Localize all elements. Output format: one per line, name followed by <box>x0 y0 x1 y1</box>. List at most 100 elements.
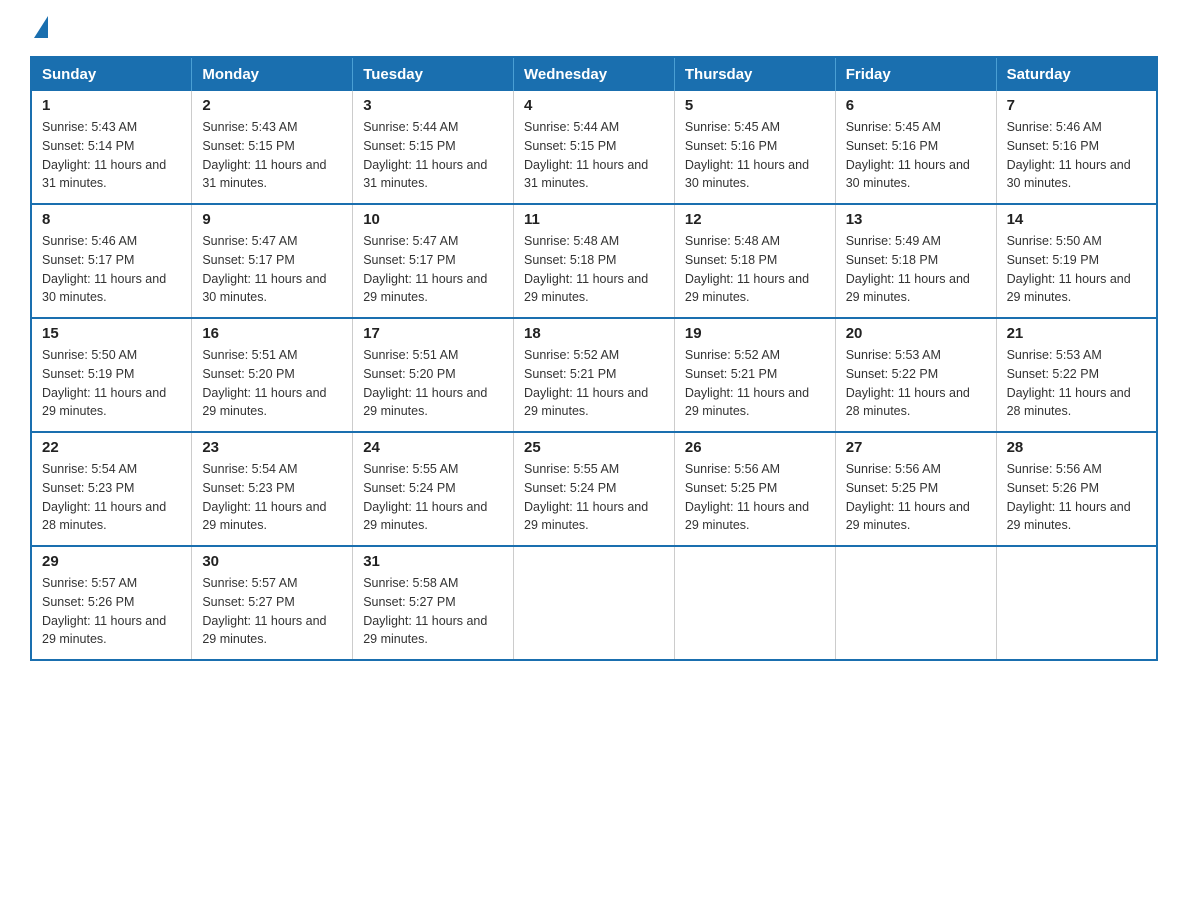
sunset-label: Sunset: 5:26 PM <box>1007 481 1099 495</box>
sunrise-label: Sunrise: 5:43 AM <box>42 120 137 134</box>
day-number: 23 <box>202 439 342 456</box>
logo <box>30 20 48 36</box>
day-number: 16 <box>202 325 342 342</box>
calendar-cell: 18 Sunrise: 5:52 AM Sunset: 5:21 PM Dayl… <box>514 318 675 432</box>
day-info: Sunrise: 5:56 AM Sunset: 5:26 PM Dayligh… <box>1007 460 1146 535</box>
calendar-week-row: 29 Sunrise: 5:57 AM Sunset: 5:26 PM Dayl… <box>31 546 1157 660</box>
daylight-label: Daylight: 11 hours and 29 minutes. <box>1007 500 1131 533</box>
daylight-label: Daylight: 11 hours and 28 minutes. <box>846 386 970 419</box>
daylight-label: Daylight: 11 hours and 29 minutes. <box>202 614 326 647</box>
sunrise-label: Sunrise: 5:57 AM <box>42 576 137 590</box>
day-number: 15 <box>42 325 181 342</box>
day-number: 13 <box>846 211 986 228</box>
daylight-label: Daylight: 11 hours and 29 minutes. <box>363 500 487 533</box>
calendar-cell: 12 Sunrise: 5:48 AM Sunset: 5:18 PM Dayl… <box>674 204 835 318</box>
calendar-cell: 22 Sunrise: 5:54 AM Sunset: 5:23 PM Dayl… <box>31 432 192 546</box>
calendar-header-row: SundayMondayTuesdayWednesdayThursdayFrid… <box>31 57 1157 91</box>
sunset-label: Sunset: 5:18 PM <box>524 253 616 267</box>
day-info: Sunrise: 5:43 AM Sunset: 5:14 PM Dayligh… <box>42 118 181 193</box>
calendar-cell: 6 Sunrise: 5:45 AM Sunset: 5:16 PM Dayli… <box>835 91 996 204</box>
day-info: Sunrise: 5:49 AM Sunset: 5:18 PM Dayligh… <box>846 232 986 307</box>
sunset-label: Sunset: 5:24 PM <box>363 481 455 495</box>
calendar-cell: 27 Sunrise: 5:56 AM Sunset: 5:25 PM Dayl… <box>835 432 996 546</box>
daylight-label: Daylight: 11 hours and 29 minutes. <box>524 272 648 305</box>
day-info: Sunrise: 5:47 AM Sunset: 5:17 PM Dayligh… <box>363 232 503 307</box>
calendar-cell: 29 Sunrise: 5:57 AM Sunset: 5:26 PM Dayl… <box>31 546 192 660</box>
sunrise-label: Sunrise: 5:50 AM <box>1007 234 1102 248</box>
day-number: 19 <box>685 325 825 342</box>
sunrise-label: Sunrise: 5:54 AM <box>202 462 297 476</box>
calendar-cell: 15 Sunrise: 5:50 AM Sunset: 5:19 PM Dayl… <box>31 318 192 432</box>
calendar-cell: 10 Sunrise: 5:47 AM Sunset: 5:17 PM Dayl… <box>353 204 514 318</box>
sunrise-label: Sunrise: 5:56 AM <box>846 462 941 476</box>
sunset-label: Sunset: 5:26 PM <box>42 595 134 609</box>
day-number: 20 <box>846 325 986 342</box>
day-number: 11 <box>524 211 664 228</box>
day-number: 10 <box>363 211 503 228</box>
calendar-cell: 13 Sunrise: 5:49 AM Sunset: 5:18 PM Dayl… <box>835 204 996 318</box>
sunset-label: Sunset: 5:24 PM <box>524 481 616 495</box>
day-number: 5 <box>685 97 825 114</box>
daylight-label: Daylight: 11 hours and 30 minutes. <box>1007 158 1131 191</box>
sunrise-label: Sunrise: 5:47 AM <box>363 234 458 248</box>
calendar-cell <box>835 546 996 660</box>
weekday-header-thursday: Thursday <box>674 57 835 91</box>
sunrise-label: Sunrise: 5:48 AM <box>685 234 780 248</box>
daylight-label: Daylight: 11 hours and 31 minutes. <box>202 158 326 191</box>
calendar-cell: 26 Sunrise: 5:56 AM Sunset: 5:25 PM Dayl… <box>674 432 835 546</box>
calendar-cell: 28 Sunrise: 5:56 AM Sunset: 5:26 PM Dayl… <box>996 432 1157 546</box>
weekday-header-friday: Friday <box>835 57 996 91</box>
day-info: Sunrise: 5:57 AM Sunset: 5:27 PM Dayligh… <box>202 574 342 649</box>
sunset-label: Sunset: 5:18 PM <box>846 253 938 267</box>
sunset-label: Sunset: 5:15 PM <box>363 139 455 153</box>
sunrise-label: Sunrise: 5:44 AM <box>363 120 458 134</box>
sunset-label: Sunset: 5:25 PM <box>846 481 938 495</box>
logo-triangle-icon <box>34 16 48 38</box>
day-number: 17 <box>363 325 503 342</box>
daylight-label: Daylight: 11 hours and 29 minutes. <box>846 272 970 305</box>
sunset-label: Sunset: 5:21 PM <box>685 367 777 381</box>
calendar-cell: 3 Sunrise: 5:44 AM Sunset: 5:15 PM Dayli… <box>353 91 514 204</box>
calendar-cell: 11 Sunrise: 5:48 AM Sunset: 5:18 PM Dayl… <box>514 204 675 318</box>
calendar-cell: 4 Sunrise: 5:44 AM Sunset: 5:15 PM Dayli… <box>514 91 675 204</box>
daylight-label: Daylight: 11 hours and 29 minutes. <box>685 500 809 533</box>
daylight-label: Daylight: 11 hours and 29 minutes. <box>363 614 487 647</box>
daylight-label: Daylight: 11 hours and 29 minutes. <box>202 500 326 533</box>
sunset-label: Sunset: 5:22 PM <box>846 367 938 381</box>
sunrise-label: Sunrise: 5:50 AM <box>42 348 137 362</box>
calendar-cell: 5 Sunrise: 5:45 AM Sunset: 5:16 PM Dayli… <box>674 91 835 204</box>
sunset-label: Sunset: 5:17 PM <box>202 253 294 267</box>
calendar-cell <box>674 546 835 660</box>
sunset-label: Sunset: 5:23 PM <box>42 481 134 495</box>
day-info: Sunrise: 5:56 AM Sunset: 5:25 PM Dayligh… <box>685 460 825 535</box>
day-info: Sunrise: 5:43 AM Sunset: 5:15 PM Dayligh… <box>202 118 342 193</box>
day-number: 26 <box>685 439 825 456</box>
day-info: Sunrise: 5:58 AM Sunset: 5:27 PM Dayligh… <box>363 574 503 649</box>
daylight-label: Daylight: 11 hours and 29 minutes. <box>685 272 809 305</box>
daylight-label: Daylight: 11 hours and 28 minutes. <box>42 500 166 533</box>
sunrise-label: Sunrise: 5:55 AM <box>363 462 458 476</box>
day-info: Sunrise: 5:56 AM Sunset: 5:25 PM Dayligh… <box>846 460 986 535</box>
daylight-label: Daylight: 11 hours and 30 minutes. <box>685 158 809 191</box>
daylight-label: Daylight: 11 hours and 29 minutes. <box>363 386 487 419</box>
day-info: Sunrise: 5:55 AM Sunset: 5:24 PM Dayligh… <box>363 460 503 535</box>
sunrise-label: Sunrise: 5:44 AM <box>524 120 619 134</box>
day-info: Sunrise: 5:45 AM Sunset: 5:16 PM Dayligh… <box>846 118 986 193</box>
day-info: Sunrise: 5:48 AM Sunset: 5:18 PM Dayligh… <box>524 232 664 307</box>
calendar-cell: 24 Sunrise: 5:55 AM Sunset: 5:24 PM Dayl… <box>353 432 514 546</box>
sunrise-label: Sunrise: 5:58 AM <box>363 576 458 590</box>
sunrise-label: Sunrise: 5:45 AM <box>685 120 780 134</box>
calendar-cell: 8 Sunrise: 5:46 AM Sunset: 5:17 PM Dayli… <box>31 204 192 318</box>
sunset-label: Sunset: 5:15 PM <box>524 139 616 153</box>
sunrise-label: Sunrise: 5:47 AM <box>202 234 297 248</box>
sunset-label: Sunset: 5:20 PM <box>202 367 294 381</box>
sunrise-label: Sunrise: 5:52 AM <box>685 348 780 362</box>
daylight-label: Daylight: 11 hours and 29 minutes. <box>524 386 648 419</box>
calendar-cell: 30 Sunrise: 5:57 AM Sunset: 5:27 PM Dayl… <box>192 546 353 660</box>
sunrise-label: Sunrise: 5:56 AM <box>1007 462 1102 476</box>
day-number: 27 <box>846 439 986 456</box>
calendar-cell: 14 Sunrise: 5:50 AM Sunset: 5:19 PM Dayl… <box>996 204 1157 318</box>
day-info: Sunrise: 5:57 AM Sunset: 5:26 PM Dayligh… <box>42 574 181 649</box>
day-info: Sunrise: 5:46 AM Sunset: 5:17 PM Dayligh… <box>42 232 181 307</box>
sunset-label: Sunset: 5:18 PM <box>685 253 777 267</box>
